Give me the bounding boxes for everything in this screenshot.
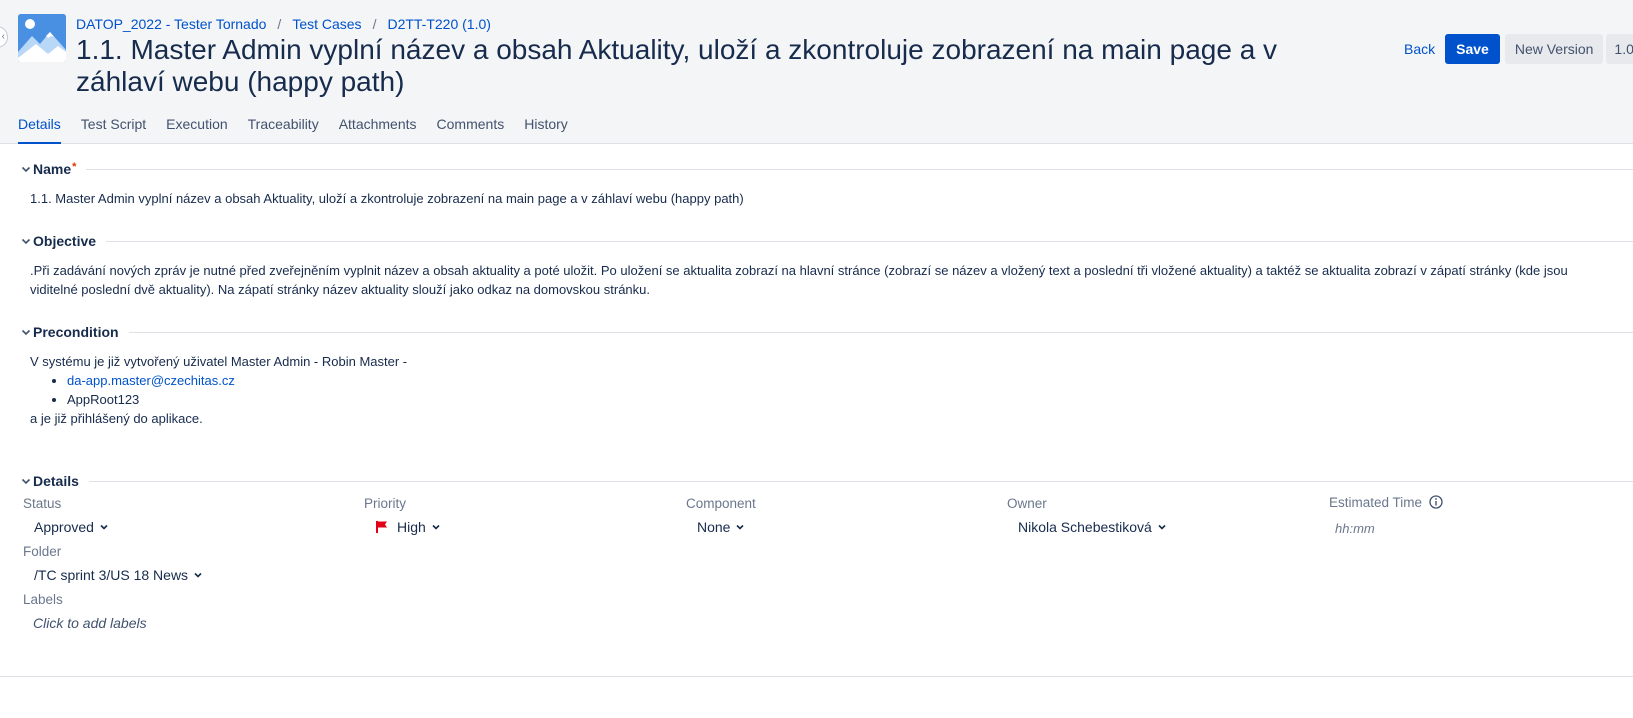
precondition-list: da-app.master@czechitas.cz AppRoot123 — [67, 371, 407, 409]
email-link[interactable]: da-app.master@czechitas.cz — [67, 373, 235, 388]
labels-input[interactable]: Click to add labels — [33, 615, 147, 631]
page-title: 1.1. Master Admin vyplní název a obsah A… — [76, 34, 1278, 97]
back-button[interactable]: Back — [1398, 34, 1441, 64]
folder-value: /TC sprint 3/US 18 News — [34, 567, 189, 583]
tab-attachments[interactable]: Attachments — [339, 116, 417, 144]
precondition-outro: a je již přihlášený do aplikace. — [30, 411, 203, 426]
chevron-down-icon — [21, 166, 31, 173]
chevron-down-icon — [432, 524, 440, 530]
tab-history[interactable]: History — [524, 116, 568, 144]
precondition-section-title: Precondition — [33, 324, 119, 340]
priority-value: High — [397, 519, 426, 535]
status-value: Approved — [34, 519, 94, 535]
details-section-header[interactable]: Details — [20, 473, 1633, 489]
estimated-time-label: Estimated Time — [1329, 495, 1443, 510]
breadcrumb-test-case-key-link[interactable]: D2TT-T220 (1.0) — [387, 16, 490, 32]
section-divider — [128, 331, 1633, 333]
breadcrumb-separator: / — [372, 16, 377, 32]
header-actions: Back Save New Version 1.0 ⋯ — [1398, 34, 1633, 64]
owner-value: Nikola Schebestiková — [1018, 519, 1152, 535]
section-divider — [86, 168, 1633, 170]
list-item: AppRoot123 — [67, 390, 407, 409]
page-header: ‹ DATOP_2022 - Tester Tornado / Test Cas… — [0, 0, 1633, 144]
estimated-time-input[interactable]: hh:mm — [1335, 521, 1375, 536]
status-label: Status — [23, 496, 62, 511]
chevron-down-icon — [736, 524, 745, 530]
chevron-down-icon — [21, 329, 31, 336]
objective-section-header[interactable]: Objective — [20, 233, 1633, 249]
info-icon[interactable] — [1429, 495, 1443, 509]
chevron-down-icon — [21, 238, 31, 245]
details-section-title: Details — [33, 473, 79, 489]
flag-icon — [376, 521, 387, 533]
precondition-value[interactable]: V systému je již vytvořený uživatel Mast… — [30, 352, 407, 428]
breadcrumb-test-cases-link[interactable]: Test Cases — [292, 16, 361, 32]
owner-label: Owner — [1007, 496, 1047, 511]
chevron-down-icon — [100, 524, 108, 530]
new-version-button[interactable]: New Version — [1504, 34, 1604, 64]
tab-test-script[interactable]: Test Script — [81, 116, 146, 144]
list-item: da-app.master@czechitas.cz — [67, 371, 407, 390]
breadcrumb-project-link[interactable]: DATOP_2022 - Tester Tornado — [76, 16, 266, 32]
folder-label: Folder — [23, 544, 62, 559]
precondition-intro: V systému je již vytvořený uživatel Mast… — [30, 354, 408, 369]
component-label: Component — [686, 496, 756, 511]
chevron-down-icon — [1158, 524, 1166, 530]
project-avatar — [18, 14, 66, 62]
tab-details[interactable]: Details — [18, 116, 61, 144]
name-section-header[interactable]: Name* — [20, 161, 1633, 177]
objective-value[interactable]: .Při zadávání nových zpráv je nutné před… — [30, 261, 1575, 299]
section-divider — [88, 480, 1633, 482]
component-dropdown[interactable]: None — [697, 519, 745, 535]
labels-label: Labels — [23, 592, 63, 607]
chevron-down-icon — [21, 478, 31, 485]
version-menu-button[interactable]: 1.0 ⋯ — [1606, 34, 1633, 64]
tab-traceability[interactable]: Traceability — [248, 116, 319, 144]
component-value: None — [697, 519, 731, 535]
breadcrumb: DATOP_2022 - Tester Tornado / Test Cases… — [76, 16, 491, 32]
page-divider — [0, 676, 1633, 677]
precondition-section-header[interactable]: Precondition — [20, 324, 1633, 340]
name-value[interactable]: 1.1. Master Admin vyplní název a obsah A… — [30, 189, 744, 208]
breadcrumb-separator: / — [277, 16, 282, 32]
tab-execution[interactable]: Execution — [166, 116, 227, 144]
mountain-icon — [18, 14, 66, 62]
folder-dropdown[interactable]: /TC sprint 3/US 18 News — [34, 567, 203, 583]
required-marker: * — [72, 161, 77, 173]
tab-comments[interactable]: Comments — [437, 116, 505, 144]
sidebar-collapse-handle[interactable]: ‹ — [0, 26, 8, 48]
owner-dropdown[interactable]: Nikola Schebestiková — [1018, 519, 1167, 535]
name-section-title: Name* — [33, 161, 77, 177]
priority-label: Priority — [364, 496, 407, 511]
status-dropdown[interactable]: Approved — [34, 519, 109, 535]
objective-section-title: Objective — [33, 233, 97, 249]
save-button[interactable]: Save — [1445, 34, 1500, 64]
priority-dropdown[interactable]: High — [376, 519, 441, 535]
chevron-down-icon — [194, 572, 202, 578]
section-divider — [106, 240, 1633, 242]
tab-bar: Details Test Script Execution Traceabili… — [18, 116, 588, 144]
